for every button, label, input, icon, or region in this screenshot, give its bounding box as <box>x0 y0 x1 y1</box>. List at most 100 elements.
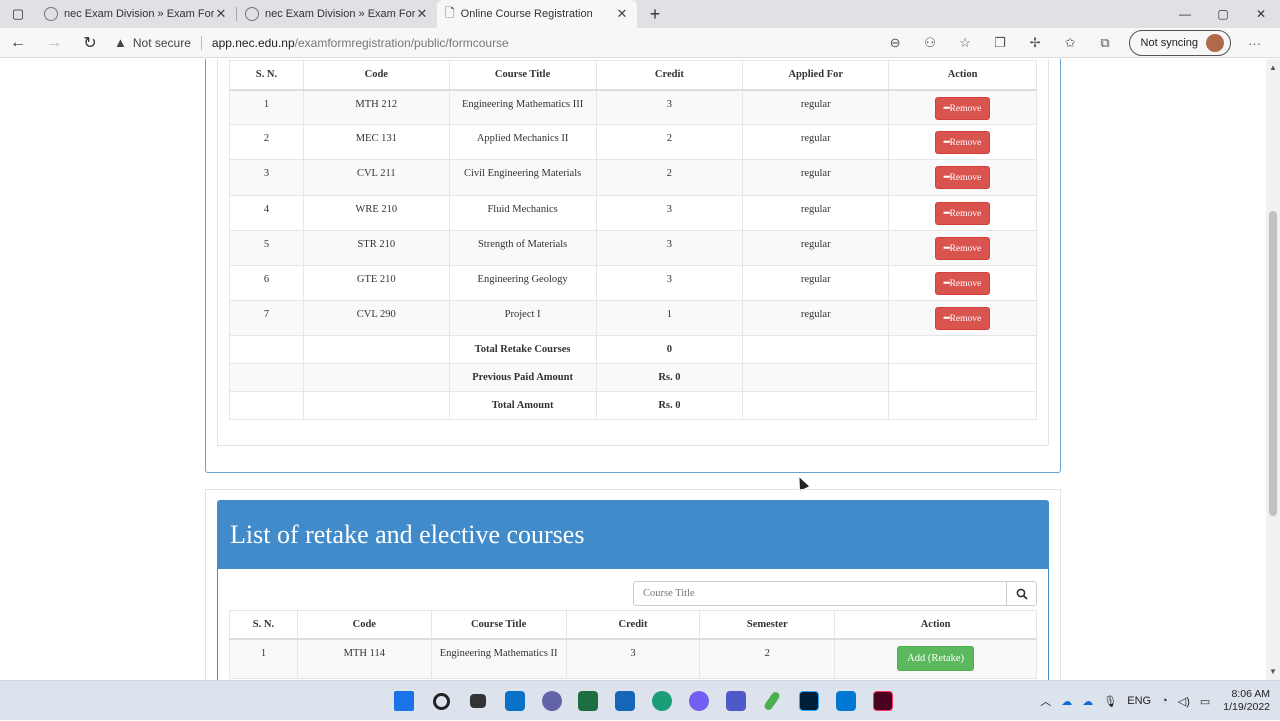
url-field[interactable]: app.nec.edu.np/examformregistration/publ… <box>200 35 509 50</box>
cell-title: Engineering Geology <box>448 264 597 302</box>
collections-icon[interactable]: ❐ <box>983 35 1018 51</box>
cell-applied: regular <box>742 229 890 266</box>
read-aloud-icon[interactable]: ⚇ <box>913 35 948 51</box>
excel-icon[interactable] <box>570 681 607 721</box>
table-row: 3 CVL 211 Civil Engineering Materials 2 … <box>229 159 1037 196</box>
search-icon[interactable] <box>423 681 460 721</box>
battery-icon[interactable]: ▭ <box>1200 695 1210 708</box>
pen-icon[interactable] <box>754 681 791 721</box>
cell-code: MTH 212 <box>302 88 450 126</box>
registered-courses-table: S. N. Code Course Title Credit Applied F… <box>229 60 1037 421</box>
new-tab-icon[interactable]: + <box>637 0 673 28</box>
table-row: 1 MTH 212 Engineering Mathematics III 3 … <box>229 88 1037 126</box>
cell-code: GTE 210 <box>302 264 450 302</box>
browser-tab-3[interactable]: 🗋 Online Course Registration ✕ <box>437 0 637 28</box>
scrollbar-thumb[interactable] <box>1269 211 1277 516</box>
cell-title: Engineering Mathematics III <box>448 88 597 126</box>
minimize-icon[interactable]: — <box>1166 0 1204 28</box>
back-icon[interactable]: ← <box>0 34 36 52</box>
remove-button[interactable]: ━Remove <box>934 131 991 155</box>
col-header: Code <box>296 610 432 640</box>
scroll-down-icon[interactable]: ▼ <box>1269 667 1277 676</box>
table-header-row: S. N. Code Course Title Credit Applied F… <box>229 60 1037 91</box>
profile-button[interactable]: Not syncing <box>1128 30 1231 56</box>
onedrive-icon[interactable]: ☁ <box>1082 695 1093 708</box>
cell-title: Strength of Materials <box>448 229 597 266</box>
page-scrollbar[interactable]: ▲ ▼ <box>1266 59 1280 680</box>
table-row: 5 STR 210 Strength of Materials 3 regula… <box>229 229 1037 266</box>
cell-code: CVL 290 <box>302 300 450 337</box>
wifi-icon[interactable]: ◔ <box>1161 695 1168 707</box>
photoshop-icon[interactable] <box>791 681 828 721</box>
security-indicator[interactable]: ▲ Not secure <box>114 35 191 50</box>
browser-tab-bar: ▢ nec Exam Division » Exam Form ✕ nec Ex… <box>0 0 1280 28</box>
indesign-icon[interactable] <box>864 681 901 721</box>
mail-icon[interactable] <box>828 681 865 721</box>
browser-tab-1[interactable]: nec Exam Division » Exam Form ✕ <box>36 0 236 28</box>
volume-icon[interactable]: ◁) <box>1178 695 1190 708</box>
close-tab-icon[interactable]: ✕ <box>615 6 629 22</box>
col-header: S. N. <box>229 60 304 91</box>
chevron-up-icon[interactable]: ︿ <box>1040 693 1051 709</box>
empty-cell <box>742 363 890 393</box>
summary-row: Total Retake Courses 0 <box>229 335 1037 365</box>
remove-label: Remove <box>949 314 982 325</box>
course-search-input[interactable] <box>634 582 1006 605</box>
widgets-icon[interactable] <box>496 681 533 721</box>
edge-icon[interactable] <box>644 681 681 721</box>
scroll-up-icon[interactable]: ▲ <box>1269 63 1277 72</box>
extensions-icon[interactable]: ✢ <box>1018 35 1053 51</box>
window-controls: — ▢ ✕ <box>1166 0 1280 28</box>
cell-title: Fluid Mechanics <box>448 194 597 231</box>
search-button[interactable] <box>1006 582 1036 605</box>
cell-credit: 3 <box>595 264 744 302</box>
browser-toolbar: ⊖ ⚇ ☆ ❐ ✢ ✩ ⧉ Not syncing ··· <box>878 28 1272 58</box>
add-favorite-icon[interactable]: ☆ <box>948 35 983 51</box>
cell-action: ━Remove <box>888 124 1037 161</box>
close-window-icon[interactable]: ✕ <box>1242 0 1280 28</box>
chat-icon[interactable] <box>533 681 570 721</box>
task-view-icon[interactable] <box>460 681 497 721</box>
summary-label: Previous Paid Amount <box>448 363 597 393</box>
teams-icon[interactable] <box>717 681 754 721</box>
store-icon[interactable] <box>607 681 644 721</box>
remove-button[interactable]: ━Remove <box>934 96 991 120</box>
remove-button[interactable]: ━Remove <box>934 307 991 331</box>
reload-icon[interactable]: ↻ <box>72 33 108 53</box>
start-icon[interactable] <box>386 681 423 721</box>
col-header: Action <box>834 610 1037 640</box>
summary-value: Rs. 0 <box>595 391 744 421</box>
cell-sn: 1 <box>229 88 304 126</box>
more-icon[interactable]: ··· <box>1237 36 1272 51</box>
tab-actions-icon[interactable]: ▢ <box>0 0 36 28</box>
clock-date: 1/19/2022 <box>1223 701 1270 713</box>
cell-credit: 3 <box>595 88 744 126</box>
cell-sn: 6 <box>229 264 304 302</box>
tab-collections-icon[interactable]: ⧉ <box>1088 35 1123 51</box>
microphone-icon[interactable]: 🎙 <box>1103 695 1117 708</box>
empty-cell <box>229 391 304 421</box>
favorites-icon[interactable]: ✩ <box>1053 35 1088 51</box>
remove-button[interactable]: ━Remove <box>934 271 991 295</box>
add-retake-button[interactable]: Add (Retake) <box>897 645 975 671</box>
onedrive-icon[interactable]: ☁ <box>1061 695 1072 708</box>
course-search-group <box>633 581 1037 606</box>
remove-button[interactable]: ━Remove <box>934 201 991 225</box>
close-tab-icon[interactable]: ✕ <box>415 6 429 22</box>
close-tab-icon[interactable]: ✕ <box>214 6 228 22</box>
table-row: 2 MEC 131 Applied Mechanics II 2 regular… <box>229 124 1037 161</box>
security-label: Not secure <box>132 35 191 50</box>
language-indicator[interactable]: ENG <box>1127 695 1151 707</box>
empty-cell <box>229 363 304 393</box>
maximize-icon[interactable]: ▢ <box>1204 0 1242 28</box>
cell-action: Add (Retake) <box>834 638 1037 679</box>
cell-credit: 3 <box>595 229 744 266</box>
col-header: Applied For <box>742 60 890 91</box>
remove-button[interactable]: ━Remove <box>934 166 991 190</box>
forward-icon[interactable]: → <box>36 34 72 52</box>
browser-tab-2[interactable]: nec Exam Division » Exam Form ✕ <box>237 0 437 28</box>
remove-button[interactable]: ━Remove <box>934 236 991 260</box>
clock[interactable]: 8:06 AM 1/19/2022 <box>1223 688 1270 714</box>
zoom-icon[interactable]: ⊖ <box>878 35 913 51</box>
viber-icon[interactable] <box>680 681 717 721</box>
